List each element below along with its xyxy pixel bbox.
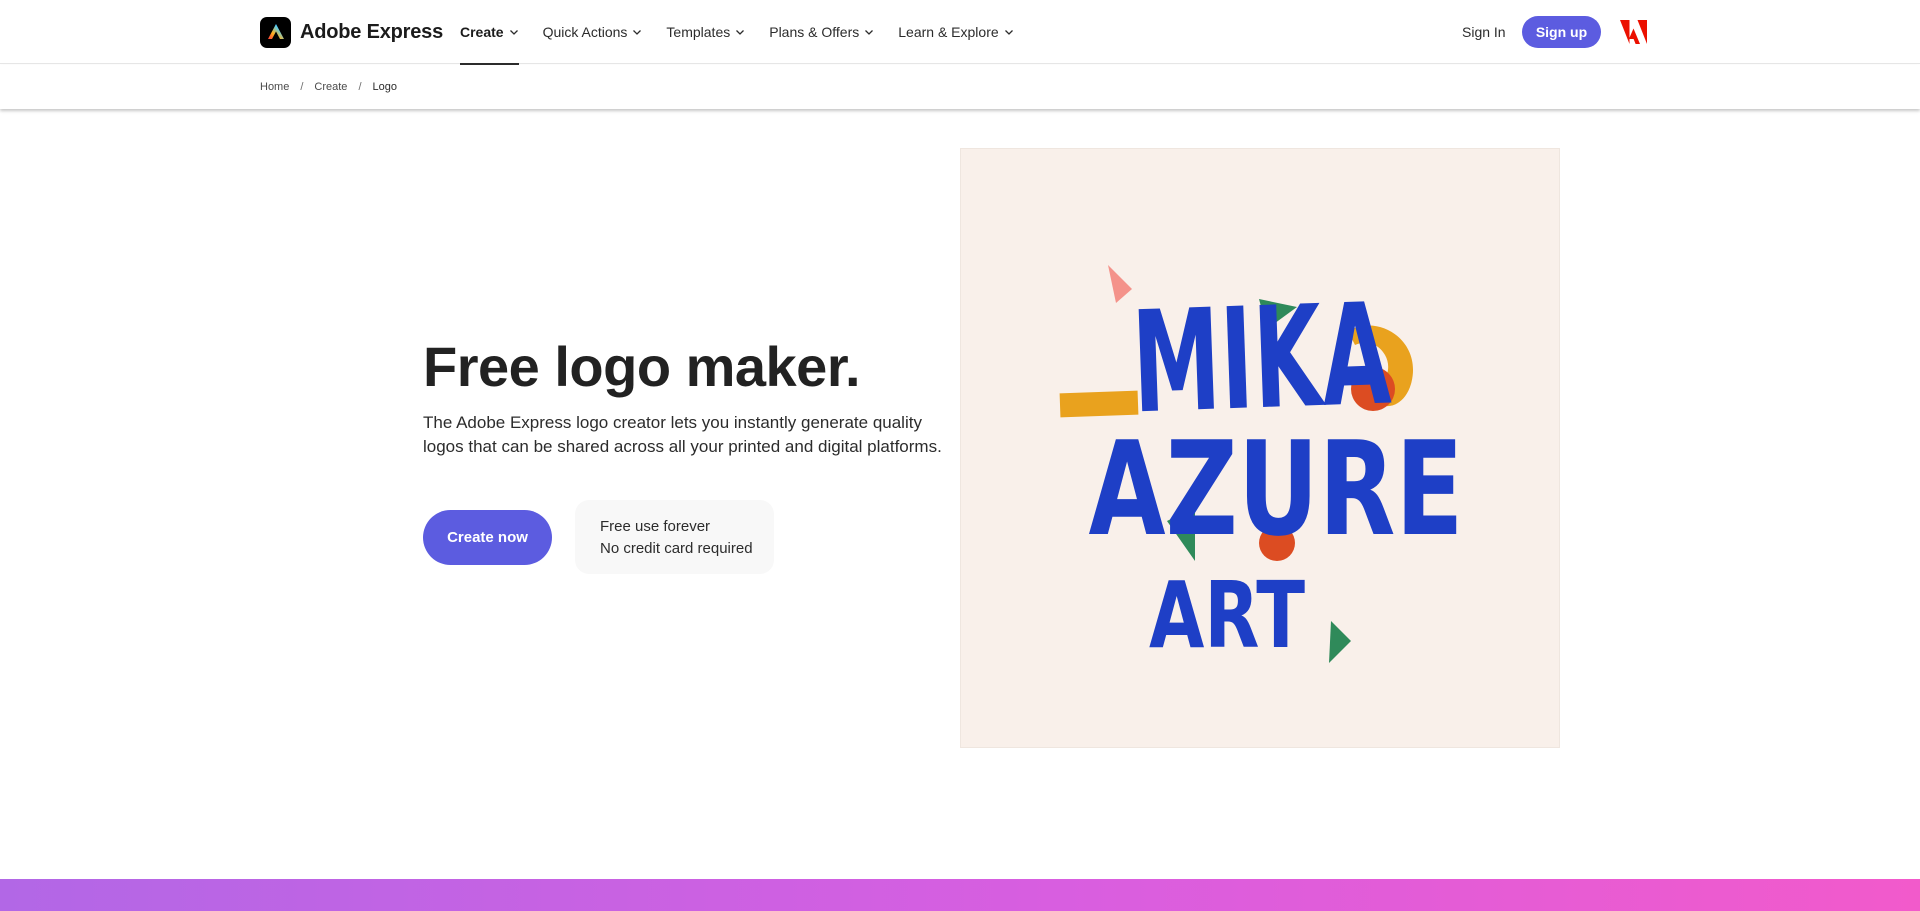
free-use-text: Free use forever [600, 518, 711, 535]
breadcrumb-bar: Home / Create / Logo [0, 65, 1920, 109]
bottom-gradient-banner [0, 879, 1920, 911]
breadcrumb-home[interactable]: Home [260, 81, 289, 93]
chevron-down-icon [509, 30, 518, 35]
chevron-down-icon [633, 30, 642, 35]
sign-up-button[interactable]: Sign up [1522, 16, 1601, 48]
nav-templates-label: Templates [666, 24, 731, 40]
breadcrumb: Home / Create / Logo [260, 65, 397, 109]
nav-create-label: Create [460, 24, 504, 40]
nav-create[interactable]: Create [460, 0, 531, 65]
breadcrumb-separator: / [358, 81, 362, 93]
nav-plans-offers-label: Plans & Offers [769, 24, 860, 40]
breadcrumb-separator: / [300, 81, 304, 93]
nav-templates[interactable]: Templates [654, 0, 757, 64]
artwork-line-3: ART [1149, 562, 1305, 669]
hero-description: The Adobe Express logo creator lets you … [423, 413, 942, 456]
logo-artwork: MIKA AZURE ART [1059, 265, 1464, 669]
nav-quick-actions-label: Quick Actions [542, 24, 628, 40]
chevron-down-icon [736, 30, 745, 35]
chevron-down-icon [1004, 30, 1013, 35]
nav-plans-offers[interactable]: Plans & Offers [757, 0, 886, 64]
nav-learn-explore-label: Learn & Explore [898, 24, 999, 40]
brand-name: Adobe Express [300, 20, 444, 43]
adobe-logo-icon[interactable] [1620, 20, 1647, 44]
chevron-down-icon [865, 30, 874, 35]
top-navigation: Adobe Express Create Quick Actions Templ… [0, 0, 1920, 65]
main-nav: Create Quick Actions Templates Plans & O… [460, 0, 1026, 65]
adobe-express-logo-icon [260, 16, 291, 48]
brand-link[interactable]: Adobe Express [260, 16, 443, 48]
artwork-line-2: AZURE [1089, 413, 1464, 565]
pink-triangle-shape [1108, 265, 1132, 303]
nav-quick-actions[interactable]: Quick Actions [531, 0, 655, 64]
page-title: Free logo maker. [423, 335, 861, 398]
nav-learn-explore[interactable]: Learn & Explore [886, 0, 1025, 64]
logo-example-image: MIKA AZURE ART [960, 148, 1560, 748]
create-now-button[interactable]: Create now [423, 510, 552, 565]
green-triangle-shape [1329, 621, 1351, 663]
free-info-box: Free use forever No credit card required [575, 500, 774, 574]
sign-in-link[interactable]: Sign In [1462, 20, 1506, 44]
breadcrumb-logo: Logo [372, 81, 397, 93]
no-credit-card-text: No credit card required [600, 540, 753, 557]
breadcrumb-create[interactable]: Create [314, 81, 347, 93]
